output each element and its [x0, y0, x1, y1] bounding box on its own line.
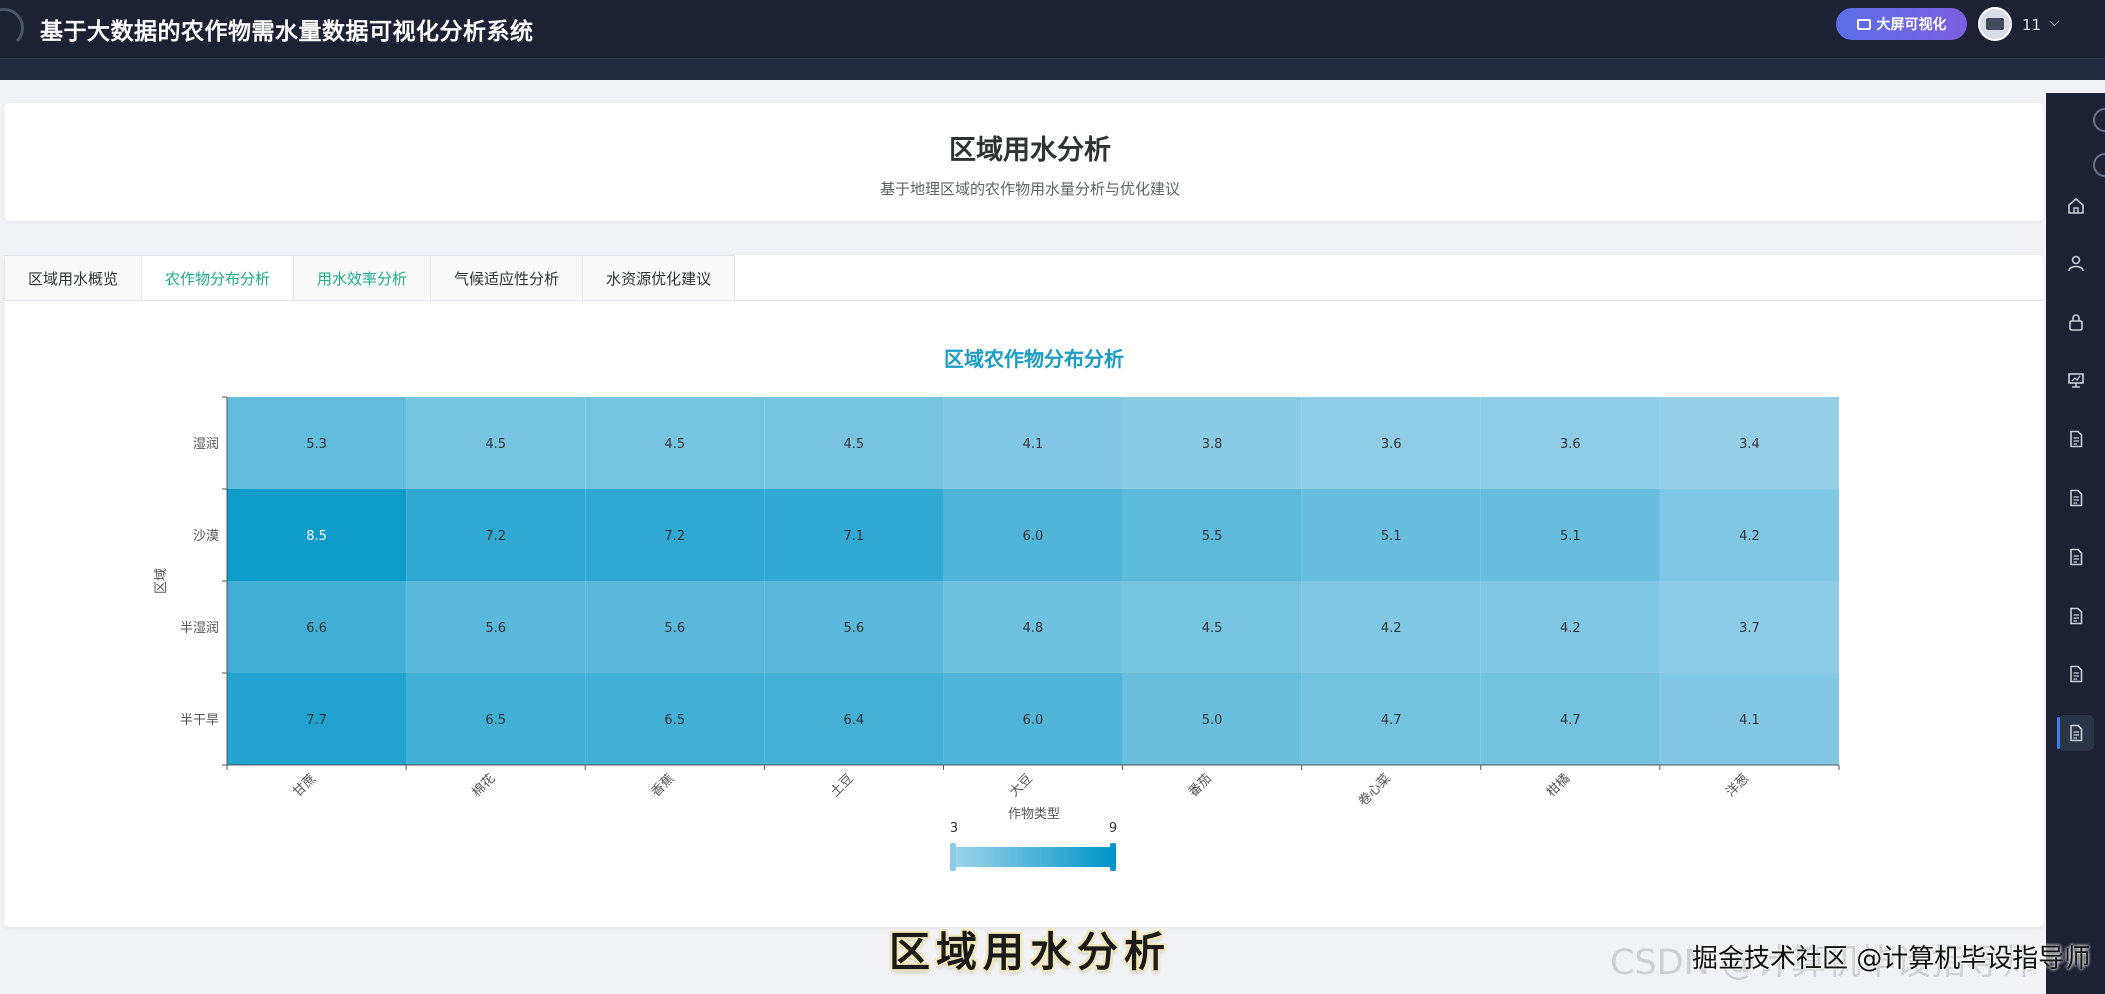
visual-map-min-label: 3 [950, 821, 958, 836]
video-caption: 区域用水分析 [889, 928, 1171, 976]
cell-value-label: 4.1 [1739, 713, 1760, 728]
heatmap-chart: 5.3 4.5 4.5 4.5 4.1 3.8 3.6 3.6 3.4 8.5 7.2 7.2 7.1 6… [154, 396, 1840, 871]
cell-value-label: 5.6 [485, 621, 506, 636]
presentation-icon[interactable] [2067, 371, 2085, 389]
document-icon[interactable] [2067, 607, 2085, 625]
cell-value-label: 4.2 [1739, 529, 1760, 544]
cell-value-label: 4.5 [664, 437, 685, 452]
cell-value-label: 4.1 [1023, 437, 1044, 452]
cell-value-label: 5.6 [664, 621, 685, 636]
cell-value-label: 4.2 [1560, 621, 1581, 636]
right-sidebar [2046, 93, 2105, 994]
y-tick-label: 沙漠 [193, 529, 219, 544]
cell-value-label: 7.2 [664, 529, 685, 544]
document-icon[interactable] [2067, 548, 2085, 566]
cell-value-label: 3.7 [1739, 621, 1760, 636]
cell-value-label: 3.4 [1739, 437, 1760, 452]
document-icon[interactable] [2067, 665, 2085, 683]
x-tick-label: 卷心菜 [1355, 771, 1394, 810]
document-icon[interactable] [2067, 489, 2085, 507]
user-icon[interactable] [2067, 254, 2085, 272]
x-tick-label: 棉花 [469, 771, 499, 801]
document-icon[interactable] [2067, 724, 2085, 742]
cell-value-label: 6.5 [485, 713, 506, 728]
x-tick-label: 香蕉 [649, 771, 678, 800]
visual-map-bar [953, 847, 1113, 867]
x-tick-label: 大豆 [1007, 771, 1036, 800]
visual-map-max-label: 9 [1109, 821, 1117, 836]
cell-value-label: 7.1 [844, 529, 865, 544]
cell-value-label: 5.0 [1202, 713, 1223, 728]
x-tick-label: 洋葱 [1723, 771, 1752, 800]
visual-map-handle-min [950, 843, 956, 871]
cell-value-label: 4.5 [844, 437, 865, 452]
cell-value-label: 6.0 [1023, 713, 1044, 728]
x-axis-title: 作物类型 [1008, 807, 1060, 822]
cell-value-label: 7.2 [485, 529, 506, 544]
cell-value-label: 4.5 [1202, 621, 1223, 636]
y-tick-label: 湿润 [193, 437, 219, 452]
x-tick-label: 土豆 [828, 771, 857, 800]
cell-value-label: 8.5 [306, 529, 327, 544]
cell-value-label: 3.6 [1560, 437, 1581, 452]
y-tick-label: 半湿润 [180, 621, 219, 636]
x-tick-label: 番茄 [1186, 771, 1215, 800]
cell-value-label: 3.6 [1381, 437, 1402, 452]
cell-value-label: 7.7 [306, 713, 327, 728]
y-axis-title: 区域 [154, 568, 169, 594]
visual-map-handle-max [1110, 843, 1116, 871]
cell-value-label: 5.5 [1202, 529, 1223, 544]
cell-value-label: 5.1 [1381, 529, 1402, 544]
cell-value-label: 5.1 [1560, 529, 1581, 544]
x-tick-label: 甘蔗 [290, 771, 319, 800]
cell-value-label: 4.8 [1023, 621, 1044, 636]
cell-value-label: 6.5 [664, 713, 685, 728]
lock-icon[interactable] [2067, 313, 2085, 331]
cell-value-label: 4.7 [1381, 713, 1402, 728]
cell-value-label: 6.4 [844, 713, 865, 728]
cell-value-label: 5.3 [306, 437, 327, 452]
cell-value-label: 5.6 [844, 621, 865, 636]
x-tick-label: 柑橘 [1543, 771, 1573, 801]
y-tick-label: 半干旱 [180, 713, 219, 728]
home-icon[interactable] [2067, 197, 2085, 215]
document-icon[interactable] [2067, 430, 2085, 448]
cell-value-label: 6.6 [306, 621, 327, 636]
cell-value-label: 3.8 [1202, 437, 1223, 452]
sidebar-active-indicator [2057, 717, 2060, 749]
cell-value-label: 4.5 [485, 437, 506, 452]
cell-value-label: 4.2 [1381, 621, 1402, 636]
cell-value-label: 4.7 [1560, 713, 1581, 728]
cell-value-label: 6.0 [1023, 529, 1044, 544]
